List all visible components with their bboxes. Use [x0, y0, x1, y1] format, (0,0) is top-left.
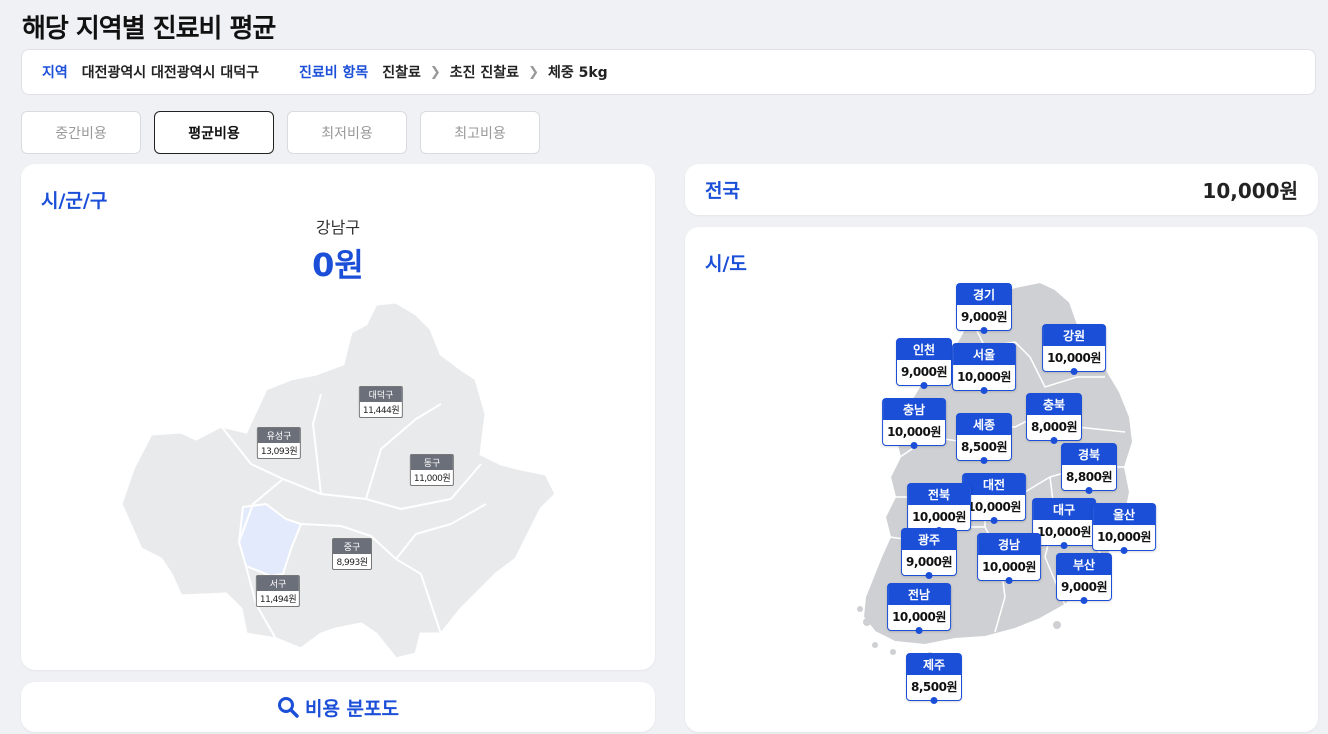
- tab-median[interactable]: 중간비용: [21, 111, 141, 154]
- sido-marker-jeonbuk[interactable]: 전북 10,000원: [907, 483, 971, 534]
- location-dot-icon: [915, 627, 923, 634]
- sido-marker-sejong[interactable]: 세종 8,500원: [956, 413, 1012, 464]
- page-title: 해당 지역별 진료비 평균: [22, 14, 276, 44]
- gu-marker-jung[interactable]: 중구 8,993원: [332, 538, 372, 570]
- distribution-button-label: 비용 분포도: [304, 697, 399, 720]
- marker-region-name: 전남: [888, 584, 950, 605]
- sido-marker-chungbuk[interactable]: 충북 8,000원: [1026, 393, 1082, 444]
- location-dot-icon: [920, 382, 928, 389]
- location-dot-icon: [980, 457, 988, 464]
- search-icon: [277, 697, 299, 718]
- item-path-2: 초진 진찰료: [449, 65, 520, 81]
- sido-marker-gyeongbuk[interactable]: 경북 8,800원: [1061, 443, 1117, 494]
- sido-marker-jeju[interactable]: 제주 8,500원: [906, 653, 962, 704]
- marker-region-name: 부산: [1057, 554, 1111, 575]
- marker-region-name: 경남: [978, 534, 1040, 555]
- item-path-1: 진찰료: [382, 65, 421, 81]
- marker-region-name: 제주: [907, 654, 961, 675]
- gu-marker-yuseong[interactable]: 유성구 13,093원: [256, 427, 302, 459]
- marker-region-name: 대덕구: [359, 387, 403, 402]
- sido-marker-gwangju[interactable]: 광주 9,000원: [901, 528, 957, 579]
- marker-cost-value: 11,000원: [413, 474, 451, 484]
- gu-marker-dong[interactable]: 동구 11,000원: [409, 454, 455, 486]
- gu-marker-daedeok[interactable]: 대덕구 11,444원: [358, 386, 404, 418]
- marker-region-name: 강원: [1043, 325, 1105, 346]
- marker-region-name: 전북: [908, 484, 970, 505]
- nation-summary: 전국 10,000원: [685, 164, 1318, 215]
- marker-region-name: 경북: [1062, 444, 1116, 465]
- location-dot-icon: [980, 387, 988, 394]
- location-dot-icon: [1005, 577, 1013, 584]
- location-dot-icon: [925, 572, 933, 579]
- location-dot-icon: [930, 697, 938, 704]
- item-path-3: 체중 5kg: [547, 65, 608, 81]
- chevron-right-icon: ❯: [429, 64, 441, 80]
- tab-average[interactable]: 평균비용: [154, 111, 274, 154]
- marker-region-name: 대구: [1033, 499, 1095, 520]
- sido-marker-gyeongnam[interactable]: 경남 10,000원: [977, 533, 1041, 584]
- filter-bar: 지역 대전광역시 대전광역시 대덕구 진료비 항목 진찰료 ❯ 초진 진찰료 ❯…: [21, 49, 1316, 95]
- location-dot-icon: [1070, 368, 1078, 375]
- marker-region-name: 광주: [902, 529, 956, 550]
- marker-region-name: 서구: [256, 576, 300, 591]
- location-dot-icon: [1120, 547, 1128, 554]
- district-map-outline: [119, 300, 558, 661]
- region-label: 지역: [42, 65, 68, 81]
- marker-region-name: 세종: [957, 414, 1011, 435]
- marker-cost-value: 8,993원: [336, 558, 368, 568]
- tab-max[interactable]: 최고비용: [420, 111, 540, 154]
- cost-type-tabs: 중간비용 평균비용 최저비용 최고비용: [21, 111, 540, 154]
- marker-region-name: 서울: [953, 344, 1015, 365]
- sido-marker-daejeon[interactable]: 대전 10,000원: [962, 473, 1026, 524]
- sido-marker-chungnam[interactable]: 충남 10,000원: [882, 398, 946, 449]
- marker-region-name: 중구: [333, 539, 371, 554]
- sido-marker-gangwon[interactable]: 강원 10,000원: [1042, 324, 1106, 375]
- marker-region-name: 충북: [1027, 394, 1081, 415]
- sido-marker-seoul[interactable]: 서울 10,000원: [952, 343, 1016, 394]
- marker-region-name: 경기: [957, 284, 1011, 305]
- location-dot-icon: [1080, 597, 1088, 604]
- sido-marker-busan[interactable]: 부산 9,000원: [1056, 553, 1112, 604]
- district-map-card: 시/군/구 강남구 0원 대덕구 11,444원 유성구 13,093원 동구 11,…: [21, 164, 655, 670]
- chevron-right-icon: ❯: [528, 64, 539, 80]
- location-dot-icon: [910, 442, 918, 449]
- nation-value: 10,000원: [1202, 179, 1298, 203]
- tab-min[interactable]: 최저비용: [287, 111, 407, 154]
- marker-region-name: 인천: [897, 339, 951, 360]
- sido-marker-daegu[interactable]: 대구 10,000원: [1032, 498, 1096, 549]
- marker-region-name: 동구: [410, 455, 454, 470]
- marker-region-name: 대전: [963, 474, 1025, 495]
- sido-marker-incheon[interactable]: 인천 9,000원: [896, 338, 952, 389]
- gu-marker-seo[interactable]: 서구 11,494원: [255, 575, 301, 607]
- sido-marker-jeonnam[interactable]: 전남 10,000원: [887, 583, 951, 634]
- marker-cost-value: 11,444원: [362, 406, 400, 416]
- sido-marker-ulsan[interactable]: 울산 10,000원: [1092, 503, 1156, 554]
- location-dot-icon: [1060, 542, 1068, 549]
- province-map-card: 시/도 경기 9,000원 강원 10,000원 인천 9,000원 서울 10,000…: [685, 227, 1318, 732]
- location-dot-icon: [1085, 487, 1093, 494]
- location-dot-icon: [980, 327, 988, 334]
- marker-region-name: 울산: [1093, 504, 1155, 525]
- marker-cost-value: 11,494원: [259, 595, 297, 605]
- item-label: 진료비 항목: [298, 65, 369, 81]
- marker-cost-value: 13,093원: [260, 447, 298, 457]
- nation-label: 전국: [705, 180, 740, 202]
- location-dot-icon: [990, 517, 998, 524]
- marker-region-name: 유성구: [257, 428, 301, 443]
- distribution-button[interactable]: 비용 분포도: [21, 682, 655, 732]
- region-value: 대전광역시 대전광역시 대덕구: [81, 65, 259, 81]
- marker-region-name: 충남: [883, 399, 945, 420]
- district-map[interactable]: [21, 164, 655, 670]
- location-dot-icon: [1050, 437, 1058, 444]
- sido-marker-gyeonggi[interactable]: 경기 9,000원: [956, 283, 1012, 334]
